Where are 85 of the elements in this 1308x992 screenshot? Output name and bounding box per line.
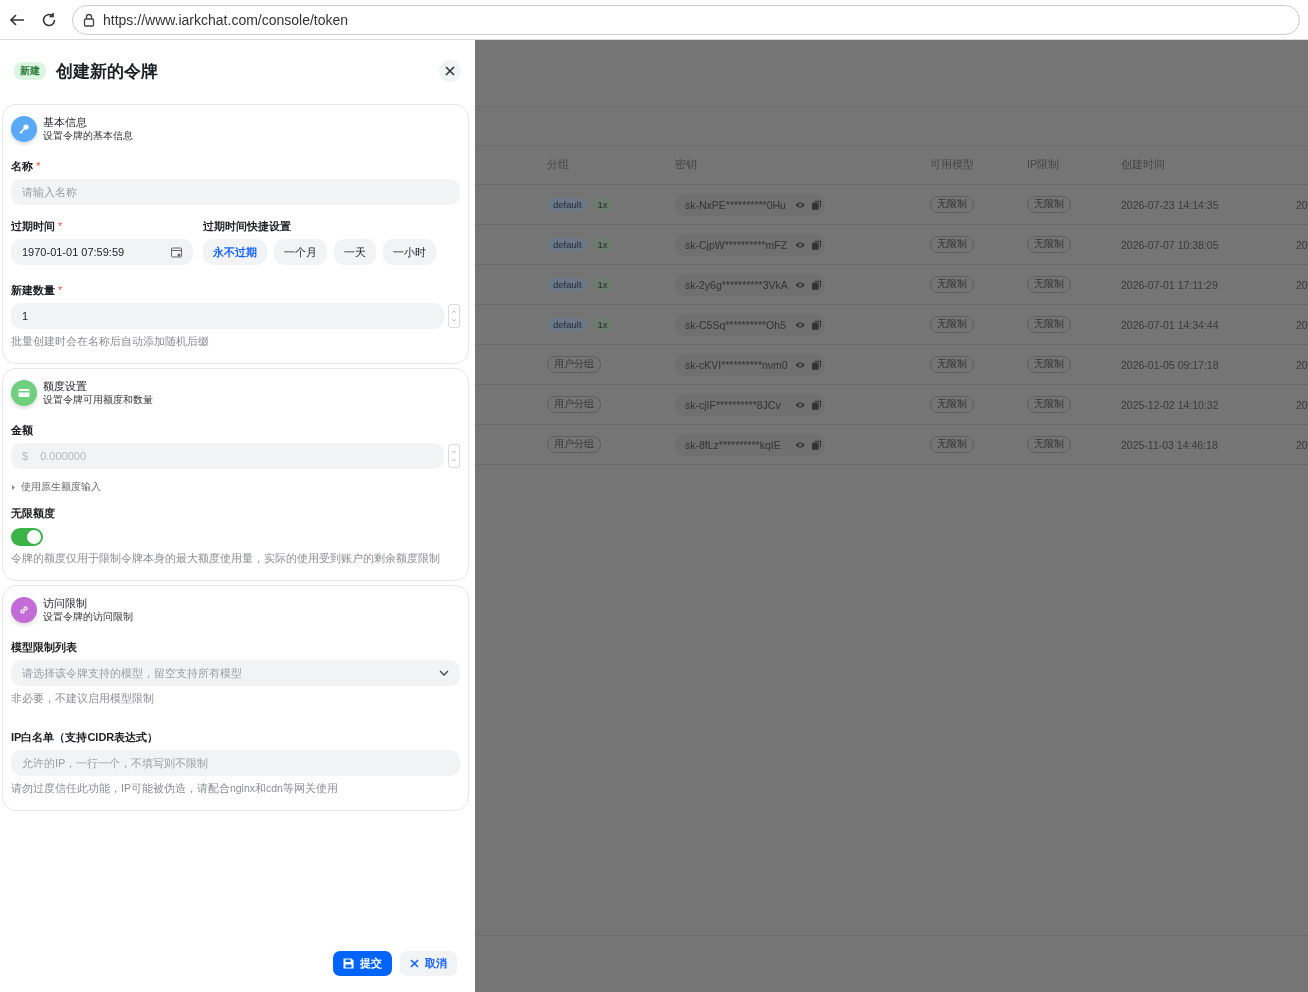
quick-expire-button[interactable]: 一天 <box>334 239 376 265</box>
eye-icon[interactable] <box>795 360 806 369</box>
date-input[interactable]: 1970-01-01 07:59:59 <box>11 239 193 265</box>
close-icon <box>410 959 419 968</box>
table-cell: 2026-07-23 14:14:35 <box>1121 198 1219 211</box>
save-icon <box>343 958 354 969</box>
key-icon <box>18 123 30 135</box>
group-tag: default <box>547 318 588 331</box>
section-title: 额度设置 <box>43 379 88 394</box>
copy-icon[interactable] <box>811 399 821 410</box>
field-label: 过期时间快捷设置 <box>203 219 292 234</box>
copy-icon[interactable] <box>811 239 821 250</box>
calendar-icon <box>171 246 182 258</box>
field-label: 新建数量 * <box>11 283 64 298</box>
section-subtitle: 设置令牌的基本信息 <box>43 130 133 143</box>
copy-icon[interactable] <box>811 199 821 210</box>
section-subtitle: 设置令牌可用额度和数量 <box>43 394 153 407</box>
field-label: IP白名单（支持CIDR表达式） <box>11 730 160 745</box>
group-tag: 1x <box>591 198 614 211</box>
group-tag: default <box>547 238 588 251</box>
ip-input[interactable]: 允许的IP，一行一个，不填写则不限制 <box>11 750 460 776</box>
group-tag: default <box>547 278 588 291</box>
count-input[interactable]: 1 <box>11 303 444 329</box>
field-label: 金额 <box>11 423 34 438</box>
section-title: 基本信息 <box>43 115 88 130</box>
key-field: sk-C5Sq**********Oh5 <box>675 313 825 336</box>
quick-expire-button[interactable]: 永不过期 <box>203 239 267 265</box>
key-field: sk-2y6g**********3VkA <box>675 273 825 296</box>
close-button[interactable] <box>439 60 461 82</box>
lock-icon <box>83 12 95 27</box>
key-field: sk-CjpW**********mFZ <box>675 233 825 256</box>
table-cell: 2025-11-03 14:46:18 <box>1121 438 1218 451</box>
section-subtitle: 设置令牌的访问限制 <box>43 611 133 624</box>
card-icon <box>18 388 30 398</box>
section-title: 访问限制 <box>43 596 88 611</box>
eye-icon[interactable] <box>795 320 806 329</box>
link-icon <box>18 604 30 616</box>
key-field: sk-NxPE**********0Hu <box>675 193 825 216</box>
new-badge: 新建 <box>14 62 46 80</box>
table-cell: 2026-07-07 10:38:05 <box>1121 238 1219 251</box>
table-cell: 2026-01-05 09:17:18 <box>1121 358 1219 371</box>
copy-icon[interactable] <box>811 279 821 290</box>
required-mark: * <box>36 160 41 172</box>
table-cell: 2026-07-01 17:11:29 <box>1121 278 1218 291</box>
toggle-switch[interactable] <box>11 528 43 546</box>
field-label: 模型限制列表 <box>11 640 78 655</box>
table-cell: 2026-07-01 14:34:44 <box>1121 318 1219 331</box>
key-field: sk-8fLz**********kqIE <box>675 433 825 456</box>
group-tag: 1x <box>591 278 614 291</box>
eye-icon[interactable] <box>795 200 806 209</box>
copy-icon[interactable] <box>811 319 821 330</box>
quick-expire-button[interactable]: 一小时 <box>383 239 436 265</box>
group-tag: 1x <box>591 318 614 331</box>
field-hint: 令牌的额度仅用于限制令牌本身的最大额度使用量，实际的使用受到账户的剩余额度限制 <box>11 552 441 566</box>
copy-icon[interactable] <box>811 439 821 450</box>
name-input[interactable]: 请输入名称 <box>11 179 460 205</box>
submit-button[interactable]: 提交 <box>333 951 392 976</box>
field-label: 过期时间 * <box>11 219 64 234</box>
eye-icon[interactable] <box>795 240 806 249</box>
key-field: sk-cjIF**********8JCv <box>675 393 825 416</box>
key-field: sk-cKVI**********nvm0 <box>675 353 825 376</box>
eye-icon[interactable] <box>795 280 806 289</box>
field-hint: 请勿过度信任此功能，IP可能被伪造，请配合nginx和cdn等网关使用 <box>11 782 339 796</box>
field-hint: 非必要，不建议启用模型限制 <box>11 692 155 706</box>
group-tag: default <box>547 198 588 211</box>
field-label: 无限额度 <box>11 506 56 521</box>
caret-icon <box>11 485 16 490</box>
quick-expire-button[interactable]: 一个月 <box>274 239 327 265</box>
native-input-toggle[interactable]: 使用原生额度输入 <box>11 481 460 494</box>
close-icon <box>445 66 455 76</box>
required-mark: * <box>58 220 63 232</box>
group-tag: 1x <box>591 238 614 251</box>
field-hint: 批量创建时会在名称后自动添加随机后缀 <box>11 335 210 349</box>
url-text: https://www.iarkchat.com/console/token <box>103 11 349 28</box>
eye-icon[interactable] <box>795 440 806 449</box>
copy-icon[interactable] <box>811 359 821 370</box>
cancel-button[interactable]: 取消 <box>400 951 457 976</box>
eye-icon[interactable] <box>795 400 806 409</box>
drawer-title: 创建新的令牌 <box>56 60 159 83</box>
stepper-control[interactable] <box>448 304 460 328</box>
chevron-down-icon <box>439 670 449 676</box>
required-mark: * <box>58 284 63 296</box>
stepper-control[interactable] <box>448 444 460 468</box>
field-label: 名称 * <box>11 159 42 174</box>
reload-icon[interactable] <box>40 10 58 29</box>
